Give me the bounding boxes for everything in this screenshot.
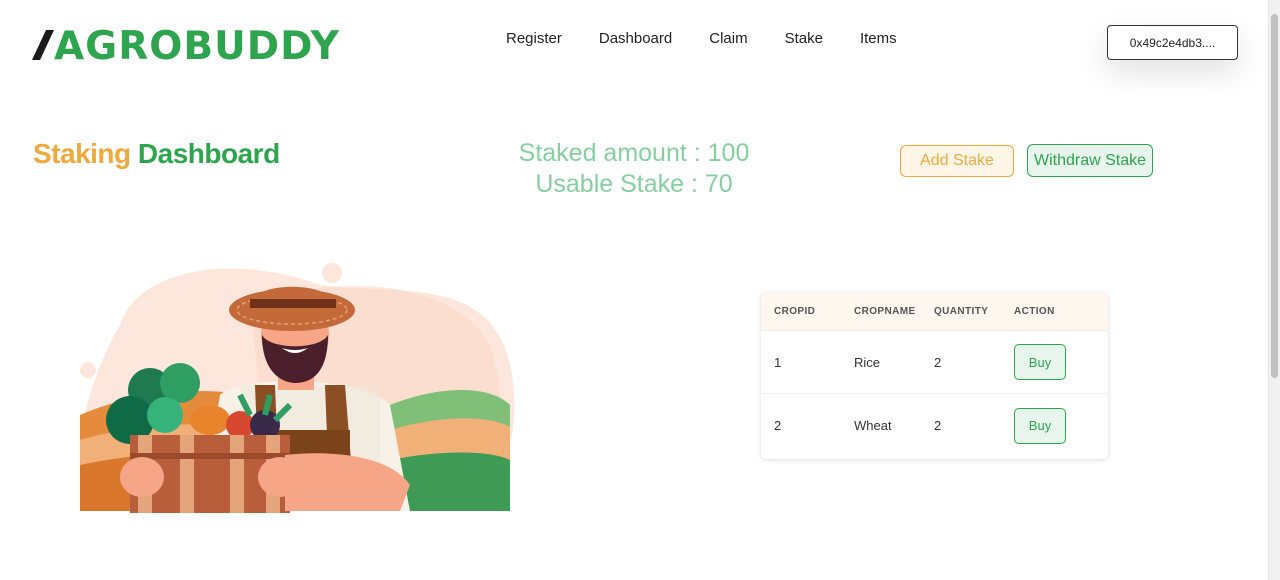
logo-text: AGROBUDDY xyxy=(54,24,340,69)
cell-cropname: Wheat xyxy=(854,418,892,433)
table-header: CROPID CROPNAME QUANTITY ACTION xyxy=(761,292,1108,331)
cell-cropid: 1 xyxy=(774,354,782,370)
main-nav: Register Dashboard Claim Stake Items xyxy=(506,30,897,47)
cell-cropid: 2 xyxy=(774,418,782,433)
table-row: 2 Wheat 2 Buy xyxy=(761,394,1108,457)
crop-table: CROPID CROPNAME QUANTITY ACTION 1 Rice 2… xyxy=(761,292,1108,459)
header-action: ACTION xyxy=(1014,305,1055,317)
add-stake-button[interactable]: Add Stake xyxy=(900,145,1014,177)
nav-dashboard[interactable]: Dashboard xyxy=(599,30,672,47)
page-title-word2: Dashboard xyxy=(137,138,280,169)
page-scrollbar[interactable] xyxy=(1268,0,1280,580)
nav-stake[interactable]: Stake xyxy=(785,30,823,47)
logo-mark-icon xyxy=(32,30,54,60)
cell-cropname: Rice xyxy=(854,354,881,370)
stake-summary: Staked amount : 100 Usable Stake : 70 xyxy=(500,138,768,200)
usable-stake: Usable Stake : 70 xyxy=(535,170,733,198)
cell-quantity: 2 xyxy=(934,354,942,370)
nav-register[interactable]: Register xyxy=(506,30,562,47)
wallet-address-button[interactable]: 0x49c2e4db3.... xyxy=(1107,25,1238,60)
page-title: Staking Dashboard xyxy=(33,138,280,170)
withdraw-stake-button[interactable]: Withdraw Stake xyxy=(1027,144,1153,177)
scrollbar-thumb[interactable] xyxy=(1271,14,1278,378)
staked-amount: Staked amount : 100 xyxy=(518,139,750,167)
page-title-word1: Staking xyxy=(33,138,131,169)
nav-claim[interactable]: Claim xyxy=(709,30,747,47)
cell-quantity: 2 xyxy=(934,418,942,433)
buy-button[interactable]: Buy xyxy=(1014,407,1066,444)
buy-button[interactable]: Buy xyxy=(1014,344,1066,380)
farmer-illustration xyxy=(80,263,515,513)
header-cropname: CROPNAME xyxy=(854,305,916,317)
table-row: 1 Rice 2 Buy xyxy=(761,331,1108,394)
header-cropid: CROPID xyxy=(774,305,816,317)
nav-items[interactable]: Items xyxy=(860,30,897,47)
header-quantity: QUANTITY xyxy=(934,305,989,317)
